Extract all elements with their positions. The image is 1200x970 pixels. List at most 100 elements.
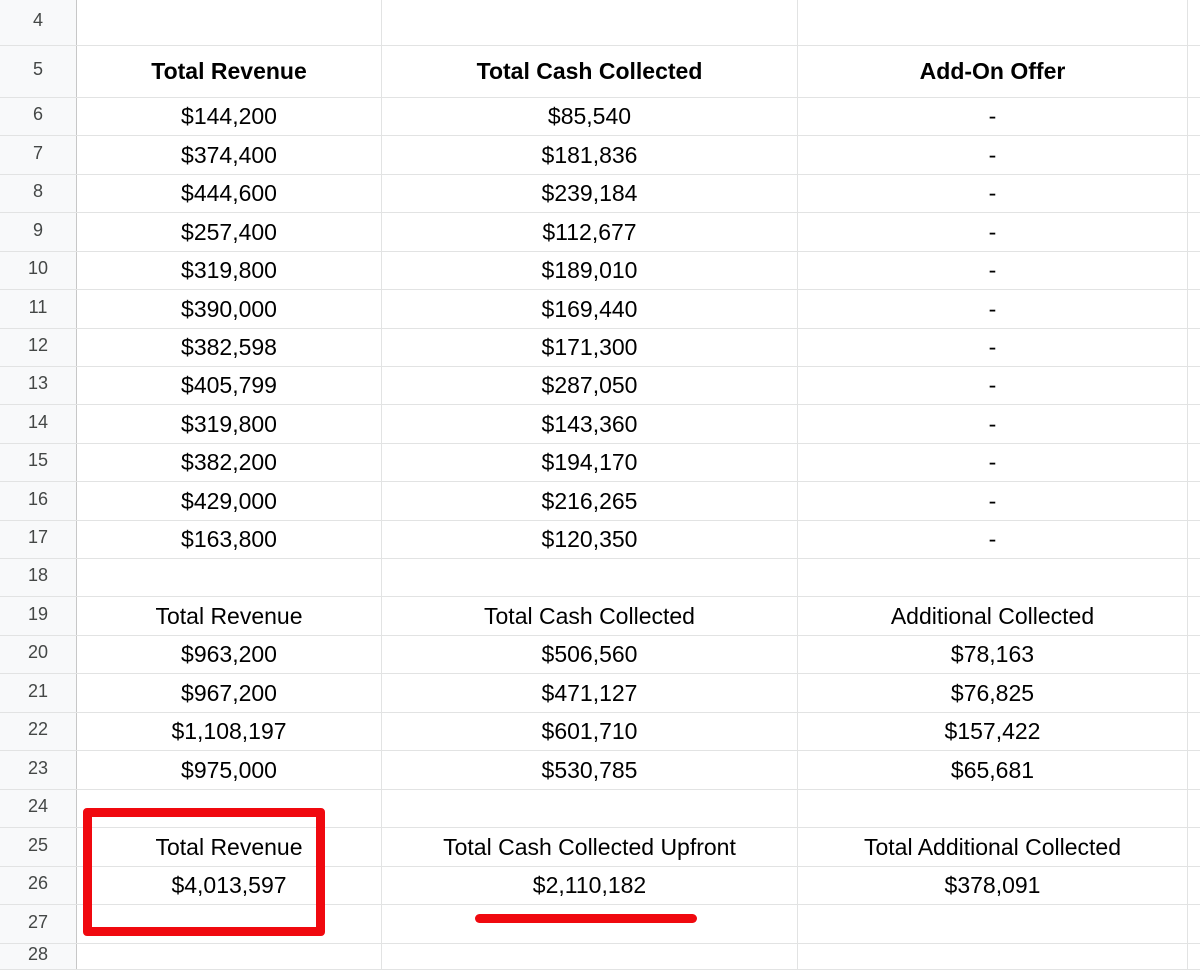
cell-c-5[interactable]: Add-On Offer: [798, 46, 1188, 97]
row-number-header[interactable]: 8: [0, 175, 77, 212]
cell-d-23[interactable]: [1188, 751, 1200, 789]
cell-c-15[interactable]: -: [798, 444, 1188, 481]
cell-d-7[interactable]: [1188, 136, 1200, 174]
cell-c-12[interactable]: -: [798, 329, 1188, 366]
cell-d-17[interactable]: [1188, 521, 1200, 558]
row-number-header[interactable]: 24: [0, 790, 77, 827]
row-number-header[interactable]: 17: [0, 521, 77, 558]
row-number-header[interactable]: 15: [0, 444, 77, 481]
cell-d-22[interactable]: [1188, 713, 1200, 750]
cell-a-18[interactable]: [77, 559, 382, 596]
cell-b-11[interactable]: $169,440: [382, 290, 798, 328]
row-number-header[interactable]: 4: [0, 0, 77, 45]
cell-a-20[interactable]: $963,200: [77, 636, 382, 673]
cell-d-25[interactable]: [1188, 828, 1200, 866]
cell-d-13[interactable]: [1188, 367, 1200, 404]
cell-c-23[interactable]: $65,681: [798, 751, 1188, 789]
cell-b-25[interactable]: Total Cash Collected Upfront: [382, 828, 798, 866]
row-number-header[interactable]: 21: [0, 674, 77, 712]
cell-c-19[interactable]: Additional Collected: [798, 597, 1188, 635]
cell-d-16[interactable]: [1188, 482, 1200, 520]
cell-c-8[interactable]: -: [798, 175, 1188, 212]
cell-a-13[interactable]: $405,799: [77, 367, 382, 404]
cell-c-9[interactable]: -: [798, 213, 1188, 251]
row-number-header[interactable]: 5: [0, 46, 77, 97]
row-number-header[interactable]: 25: [0, 828, 77, 866]
cell-b-26[interactable]: $2,110,182: [382, 867, 798, 904]
cell-b-23[interactable]: $530,785: [382, 751, 798, 789]
cell-a-19[interactable]: Total Revenue: [77, 597, 382, 635]
cell-c-11[interactable]: -: [798, 290, 1188, 328]
row-number-header[interactable]: 26: [0, 867, 77, 904]
cell-d-10[interactable]: [1188, 252, 1200, 289]
cell-d-24[interactable]: [1188, 790, 1200, 827]
cell-c-21[interactable]: $76,825: [798, 674, 1188, 712]
row-number-header[interactable]: 13: [0, 367, 77, 404]
row-number-header[interactable]: 20: [0, 636, 77, 673]
row-number-header[interactable]: 19: [0, 597, 77, 635]
cell-a-6[interactable]: $144,200: [77, 98, 382, 135]
row-number-header[interactable]: 12: [0, 329, 77, 366]
row-number-header[interactable]: 23: [0, 751, 77, 789]
cell-b-5[interactable]: Total Cash Collected: [382, 46, 798, 97]
row-number-header[interactable]: 6: [0, 98, 77, 135]
cell-a-4[interactable]: [77, 0, 382, 45]
cell-c-25[interactable]: Total Additional Collected: [798, 828, 1188, 866]
cell-b-14[interactable]: $143,360: [382, 405, 798, 443]
cell-c-17[interactable]: -: [798, 521, 1188, 558]
cell-c-27[interactable]: [798, 905, 1188, 943]
cell-c-6[interactable]: -: [798, 98, 1188, 135]
cell-c-18[interactable]: [798, 559, 1188, 596]
row-number-header[interactable]: 16: [0, 482, 77, 520]
cell-c-7[interactable]: -: [798, 136, 1188, 174]
cell-a-5[interactable]: Total Revenue: [77, 46, 382, 97]
cell-a-15[interactable]: $382,200: [77, 444, 382, 481]
cell-c-24[interactable]: [798, 790, 1188, 827]
row-number-header[interactable]: 28: [0, 944, 77, 969]
cell-a-28[interactable]: [77, 944, 382, 969]
cell-d-18[interactable]: [1188, 559, 1200, 596]
cell-d-14[interactable]: [1188, 405, 1200, 443]
cell-d-26[interactable]: [1188, 867, 1200, 904]
cell-a-10[interactable]: $319,800: [77, 252, 382, 289]
row-number-header[interactable]: 11: [0, 290, 77, 328]
cell-d-11[interactable]: [1188, 290, 1200, 328]
cell-b-12[interactable]: $171,300: [382, 329, 798, 366]
cell-b-22[interactable]: $601,710: [382, 713, 798, 750]
row-number-header[interactable]: 18: [0, 559, 77, 596]
cell-a-23[interactable]: $975,000: [77, 751, 382, 789]
cell-a-22[interactable]: $1,108,197: [77, 713, 382, 750]
cell-b-10[interactable]: $189,010: [382, 252, 798, 289]
cell-d-8[interactable]: [1188, 175, 1200, 212]
cell-c-26[interactable]: $378,091: [798, 867, 1188, 904]
cell-a-11[interactable]: $390,000: [77, 290, 382, 328]
row-number-header[interactable]: 22: [0, 713, 77, 750]
cell-b-8[interactable]: $239,184: [382, 175, 798, 212]
cell-b-17[interactable]: $120,350: [382, 521, 798, 558]
cell-d-27[interactable]: [1188, 905, 1200, 943]
row-number-header[interactable]: 14: [0, 405, 77, 443]
cell-b-7[interactable]: $181,836: [382, 136, 798, 174]
row-number-header[interactable]: 27: [0, 905, 77, 943]
cell-d-4[interactable]: [1188, 0, 1200, 45]
cell-b-16[interactable]: $216,265: [382, 482, 798, 520]
cell-d-20[interactable]: [1188, 636, 1200, 673]
cell-d-15[interactable]: [1188, 444, 1200, 481]
cell-c-10[interactable]: -: [798, 252, 1188, 289]
cell-b-15[interactable]: $194,170: [382, 444, 798, 481]
cell-c-4[interactable]: [798, 0, 1188, 45]
cell-b-4[interactable]: [382, 0, 798, 45]
cell-b-24[interactable]: [382, 790, 798, 827]
cell-b-20[interactable]: $506,560: [382, 636, 798, 673]
cell-d-6[interactable]: [1188, 98, 1200, 135]
cell-b-18[interactable]: [382, 559, 798, 596]
row-number-header[interactable]: 7: [0, 136, 77, 174]
cell-c-14[interactable]: -: [798, 405, 1188, 443]
cell-d-19[interactable]: [1188, 597, 1200, 635]
cell-d-5[interactable]: [1188, 46, 1200, 97]
cell-d-28[interactable]: [1188, 944, 1200, 969]
cell-c-22[interactable]: $157,422: [798, 713, 1188, 750]
cell-d-21[interactable]: [1188, 674, 1200, 712]
cell-a-14[interactable]: $319,800: [77, 405, 382, 443]
cell-a-12[interactable]: $382,598: [77, 329, 382, 366]
